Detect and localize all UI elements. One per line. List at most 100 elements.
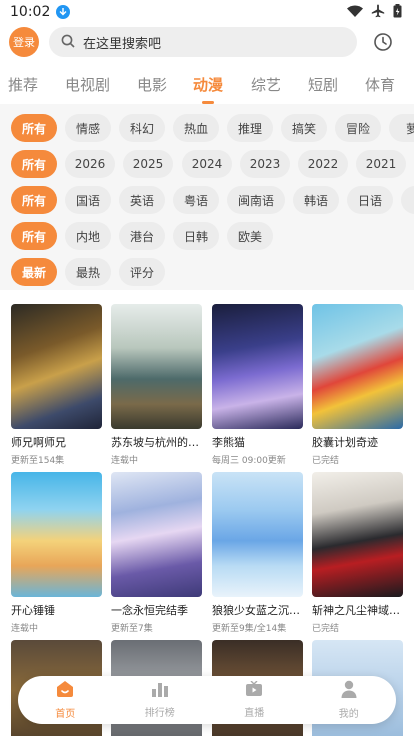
poster-image xyxy=(212,472,303,597)
tab-label: 短剧 xyxy=(308,76,339,94)
content-grid: 师兄啊师兄 更新至154集 苏东坡与杭州的… 连载中 李熊猫 每周三 09:00… xyxy=(0,290,414,736)
filter-chip[interactable]: 热血 xyxy=(173,114,219,142)
history-icon[interactable] xyxy=(372,31,394,53)
tab-label: 电视剧 xyxy=(65,76,111,94)
card-subtitle: 已完结 xyxy=(312,624,340,634)
card-subtitle: 更新至9集/全14集 xyxy=(212,624,287,634)
filter-chip[interactable]: 科幻 xyxy=(119,114,165,142)
nav-live[interactable]: 直播 xyxy=(207,676,302,724)
card-title: 师兄啊师兄 xyxy=(11,436,66,449)
nav-label: 我的 xyxy=(338,709,359,720)
poster-image xyxy=(212,304,303,429)
filter-chip[interactable]: 港台 xyxy=(119,222,165,250)
card-title: 苏东坡与杭州的… xyxy=(111,436,199,449)
filter-chip[interactable]: 国语 xyxy=(65,186,111,214)
filter-chip[interactable]: 2021 xyxy=(356,150,406,178)
filter-chip[interactable]: 所有 xyxy=(11,150,57,178)
filter-chip[interactable]: 2023 xyxy=(240,150,290,178)
tab-label: 推荐 xyxy=(8,76,39,94)
status-time: 10:02 xyxy=(10,4,51,20)
tab-recommend[interactable]: 推荐 xyxy=(8,74,38,95)
poster-image xyxy=(11,472,102,597)
sort-chip[interactable]: 评分 xyxy=(119,258,165,286)
filter-chip[interactable]: 日语 xyxy=(347,186,393,214)
filter-chip[interactable]: 韩语 xyxy=(293,186,339,214)
filter-chip[interactable]: 情感 xyxy=(65,114,111,142)
download-icon xyxy=(56,5,71,19)
tab-label: 动漫 xyxy=(193,76,224,94)
tab-movie[interactable]: 电影 xyxy=(137,74,167,95)
card-title: 一念永恒完结季 xyxy=(111,604,188,617)
nav-label: 首页 xyxy=(55,709,76,720)
filter-chip[interactable]: 欧美 xyxy=(227,222,273,250)
filter-chip[interactable]: 内地 xyxy=(65,222,111,250)
card-title: 斩神之凡尘神域… xyxy=(312,604,400,617)
nav-profile[interactable]: 我的 xyxy=(302,676,397,724)
poster-image xyxy=(312,304,403,429)
tab-sports[interactable]: 体育 xyxy=(365,74,395,95)
card-subtitle: 连载中 xyxy=(111,456,139,466)
filter-chip[interactable]: 冒险 xyxy=(335,114,381,142)
header: 登录 在这里搜索吧 xyxy=(0,26,414,60)
card-title: 胶囊计划奇迹 xyxy=(312,436,378,449)
filter-chip[interactable]: 法 xyxy=(401,186,414,214)
tab-anime[interactable]: 动漫 xyxy=(193,74,224,104)
card-subtitle: 已完结 xyxy=(312,456,340,466)
nav-label: 排行榜 xyxy=(144,708,175,719)
card-title: 开心锤锤 xyxy=(11,604,55,617)
filter-panel: 所有 情感 科幻 热血 推理 搞笑 冒险 萝 所有 2026 2025 2024… xyxy=(0,104,414,290)
tab-label: 体育 xyxy=(365,76,396,94)
media-card[interactable]: 斩神之凡尘神域… 已完结 xyxy=(312,472,403,634)
wifi-icon xyxy=(347,3,363,22)
filter-chip[interactable]: 英语 xyxy=(119,186,165,214)
filter-chip[interactable]: 所有 xyxy=(11,222,57,250)
search-placeholder: 在这里搜索吧 xyxy=(83,36,162,52)
profile-icon xyxy=(341,680,357,702)
filter-chip[interactable]: 闽南语 xyxy=(227,186,285,214)
card-title: 李熊猫 xyxy=(212,436,245,449)
media-card[interactable]: 胶囊计划奇迹 已完结 xyxy=(312,304,403,466)
filter-chip[interactable]: 萝 xyxy=(389,114,414,142)
nav-home[interactable]: 首页 xyxy=(18,676,113,724)
tab-label: 电影 xyxy=(137,76,168,94)
media-card[interactable]: 师兄啊师兄 更新至154集 xyxy=(11,304,102,466)
sort-chip[interactable]: 最热 xyxy=(65,258,111,286)
card-title: 狼狼少女蓝之沉… xyxy=(212,604,300,617)
filter-chip[interactable]: 2022 xyxy=(298,150,348,178)
search-bar[interactable]: 在这里搜索吧 xyxy=(49,27,357,57)
bottom-nav: 首页 排行榜 直播 我的 xyxy=(18,676,396,724)
media-card[interactable]: 狼狼少女蓝之沉… 更新至9集/全14集 xyxy=(212,472,303,634)
media-card[interactable]: 李熊猫 每周三 09:00更新 xyxy=(212,304,303,466)
tab-variety[interactable]: 综艺 xyxy=(251,74,281,95)
media-card[interactable]: 开心锤锤 连载中 xyxy=(11,472,102,634)
nav-ranking[interactable]: 排行榜 xyxy=(113,676,208,724)
status-bar: 10:02 xyxy=(0,0,414,24)
tab-short-drama[interactable]: 短剧 xyxy=(308,74,338,95)
filter-chip[interactable]: 2024 xyxy=(182,150,232,178)
poster-image xyxy=(312,472,403,597)
filter-chip[interactable]: 日韩 xyxy=(173,222,219,250)
filter-chip[interactable]: 搞笑 xyxy=(281,114,327,142)
media-card[interactable]: 苏东坡与杭州的… 连载中 xyxy=(111,304,202,466)
card-subtitle: 更新至7集 xyxy=(111,624,153,634)
filter-chip[interactable]: 2025 xyxy=(123,150,173,178)
filter-chip[interactable]: 所有 xyxy=(11,114,57,142)
filter-chip[interactable]: 粤语 xyxy=(173,186,219,214)
poster-image xyxy=(111,472,202,597)
login-button[interactable]: 登录 xyxy=(9,27,39,57)
home-icon xyxy=(55,680,75,702)
tab-tv-series[interactable]: 电视剧 xyxy=(65,74,110,95)
nav-label: 直播 xyxy=(244,708,265,719)
live-icon xyxy=(245,680,263,701)
card-subtitle: 每周三 09:00更新 xyxy=(212,456,286,466)
poster-image xyxy=(111,304,202,429)
tab-label: 综艺 xyxy=(251,76,282,94)
filter-chip[interactable]: 所有 xyxy=(11,186,57,214)
sort-chip[interactable]: 最新 xyxy=(11,258,57,286)
media-card[interactable]: 一念永恒完结季 更新至7集 xyxy=(111,472,202,634)
battery-icon xyxy=(393,3,402,22)
filter-chip[interactable]: 2026 xyxy=(65,150,115,178)
filter-chip[interactable]: 推理 xyxy=(227,114,273,142)
poster-image xyxy=(11,304,102,429)
search-icon xyxy=(61,33,75,52)
